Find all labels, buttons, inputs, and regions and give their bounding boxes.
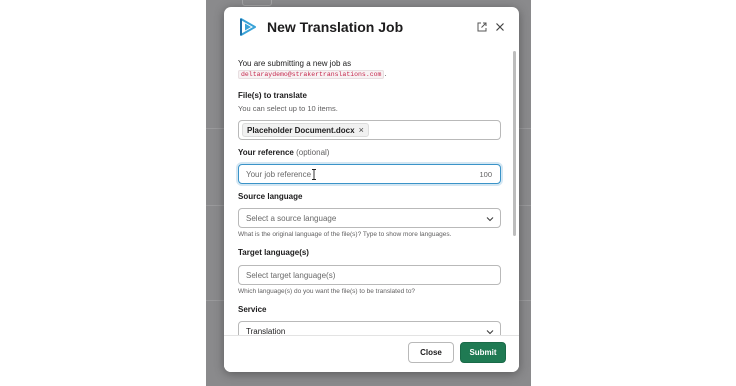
submit-button[interactable]: Submit: [460, 342, 506, 363]
reference-label: Your reference (optional): [238, 148, 329, 157]
service-value: Translation: [246, 327, 286, 335]
text-cursor-icon: [312, 169, 316, 180]
source-language-label: Source language: [238, 192, 303, 201]
file-chip-name: Placeholder Document.docx: [247, 125, 355, 135]
file-chip: Placeholder Document.docx ×: [242, 123, 369, 137]
optional-tag: (optional): [296, 148, 330, 157]
source-language-placeholder: Select a source language: [246, 214, 337, 223]
reference-placeholder: Your job reference: [246, 170, 312, 179]
files-label: File(s) to translate: [238, 91, 307, 100]
screen: New Translation Job You are submitting a…: [0, 0, 736, 386]
reference-label-text: Your reference: [238, 148, 294, 157]
close-button[interactable]: Close: [408, 342, 454, 363]
dialog-footer: Close Submit: [224, 335, 519, 372]
user-email: deltaraydemo@strakertranslations.com: [238, 70, 385, 79]
target-language-select[interactable]: Select target language(s): [238, 265, 501, 285]
remove-file-icon[interactable]: ×: [359, 125, 364, 135]
scrollbar-thumb[interactable]: [513, 51, 516, 236]
files-hint: You can select up to 10 items.: [238, 104, 338, 113]
service-label: Service: [238, 305, 267, 314]
close-icon[interactable]: [494, 21, 507, 34]
external-link-icon[interactable]: [476, 21, 489, 34]
background-card: [242, 0, 272, 6]
files-select[interactable]: Placeholder Document.docx ×: [238, 120, 501, 140]
dialog-body[interactable]: You are submitting a new job as deltaray…: [224, 49, 519, 335]
play-logo-icon: [240, 18, 256, 36]
character-counter: 100: [479, 170, 492, 179]
target-language-placeholder: Select target language(s): [246, 271, 336, 280]
dialog-title: New Translation Job: [267, 19, 404, 35]
chevron-down-icon: [486, 330, 494, 335]
new-translation-job-dialog: New Translation Job You are submitting a…: [224, 7, 519, 372]
service-select[interactable]: Translation: [238, 321, 501, 335]
email-suffix: .: [384, 71, 387, 78]
target-language-label: Target language(s): [238, 248, 309, 257]
dialog-header: New Translation Job: [224, 7, 519, 49]
intro-text: You are submitting a new job as: [238, 59, 352, 68]
chevron-down-icon: [486, 217, 494, 222]
source-language-select[interactable]: Select a source language: [238, 208, 501, 228]
email-line: deltaraydemo@strakertranslations.com.: [238, 70, 387, 79]
source-language-help: What is the original language of the fil…: [238, 231, 452, 238]
target-language-help: Which language(s) do you want the file(s…: [238, 288, 416, 295]
reference-input[interactable]: Your job reference 100: [238, 164, 501, 184]
